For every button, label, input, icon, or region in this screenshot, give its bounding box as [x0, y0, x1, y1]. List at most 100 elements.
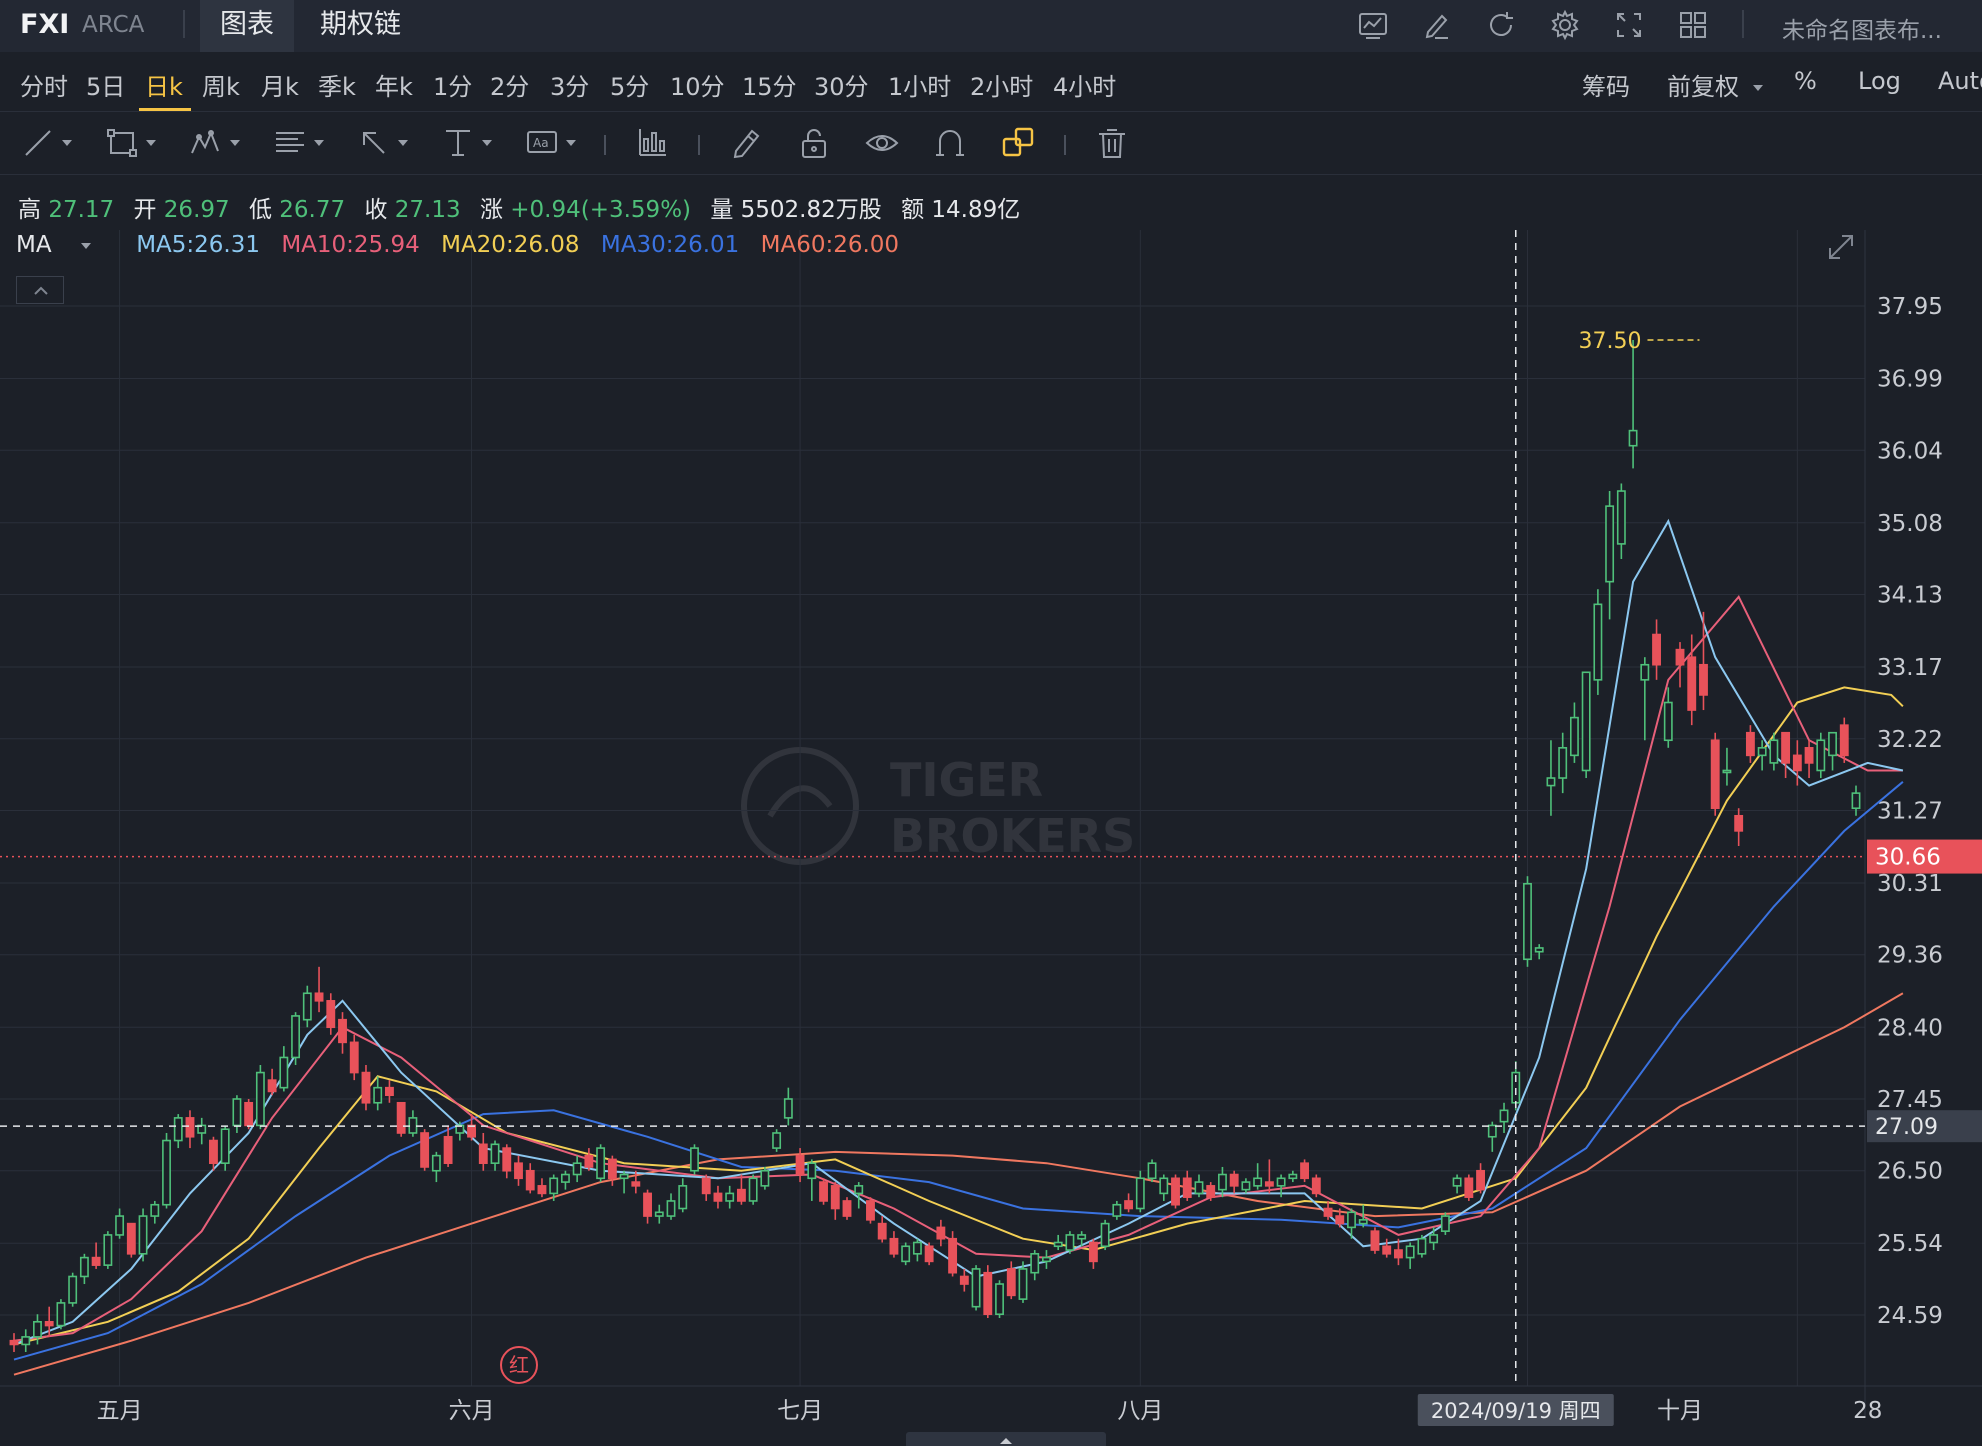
lock-tool[interactable] — [796, 125, 832, 161]
tab-chart[interactable]: 图表 — [200, 0, 294, 52]
ma-selector[interactable]: MA — [16, 232, 112, 258]
arrow-tool[interactable] — [356, 125, 408, 161]
period-1h[interactable]: 1小时 — [888, 67, 951, 102]
text-tool[interactable]: Aa — [524, 125, 576, 161]
period-15m[interactable]: 15分 — [742, 67, 797, 102]
candle-body — [1464, 1177, 1474, 1198]
candle-body — [1546, 777, 1556, 787]
indicator-chart-icon[interactable] — [1356, 8, 1390, 42]
delete-tool[interactable] — [1094, 125, 1130, 161]
exchange-label: ARCA — [82, 12, 145, 38]
candle-body — [467, 1124, 477, 1138]
brush-tool[interactable] — [728, 125, 764, 161]
candle-body — [1722, 769, 1732, 774]
ma5-line — [13, 518, 1904, 1346]
fullscreen-icon[interactable] — [1612, 8, 1646, 42]
ma10-value: MA10:25.94 — [281, 232, 420, 258]
shape-tool[interactable] — [104, 125, 156, 161]
magnet-tool[interactable] — [932, 125, 968, 161]
candle-body — [995, 1283, 1004, 1316]
tab-option-chain[interactable]: 期权链 — [300, 0, 421, 52]
chart-layout-name[interactable]: 未命名图表布... — [1782, 11, 1942, 45]
panel-resize-handle[interactable] — [906, 1432, 1106, 1446]
divider — [1064, 135, 1066, 155]
candle-body — [291, 1015, 301, 1059]
period-4h[interactable]: 4小时 — [1053, 67, 1116, 102]
pattern-tool[interactable] — [188, 125, 240, 161]
candle-body — [267, 1079, 277, 1093]
candle-body — [1065, 1234, 1075, 1251]
candle-body — [68, 1275, 78, 1304]
period-weekly[interactable]: 周k — [202, 67, 240, 102]
candle-body — [209, 1139, 218, 1164]
period-daily[interactable]: 日k — [145, 67, 183, 102]
period-5d[interactable]: 5日 — [86, 67, 125, 102]
settings-gear-icon[interactable] — [1548, 8, 1582, 42]
candle-body — [971, 1268, 981, 1308]
candle-body — [126, 1222, 136, 1255]
candle-body — [607, 1158, 617, 1180]
layout-grid-icon[interactable] — [1676, 8, 1710, 42]
divider — [1742, 10, 1744, 38]
collapse-arrows-icon[interactable] — [1829, 235, 1853, 259]
candle-body — [9, 1339, 19, 1346]
candle-body — [560, 1173, 570, 1183]
period-intraday[interactable]: 分时 — [20, 67, 68, 102]
x-tick-label: 六月 — [449, 1398, 495, 1424]
line-tool[interactable] — [20, 125, 72, 161]
log-toggle[interactable]: Log — [1858, 67, 1901, 95]
y-tick-label: 26.50 — [1877, 1159, 1943, 1185]
ticker-symbol[interactable]: FXI — [20, 9, 69, 40]
candle-body — [220, 1128, 230, 1164]
visibility-tool[interactable] — [864, 125, 900, 161]
y-tick-label: 30.31 — [1877, 871, 1943, 897]
candle-body — [725, 1192, 735, 1202]
candle-body — [408, 1117, 418, 1134]
period-10m[interactable]: 10分 — [670, 67, 725, 102]
period-quarterly[interactable]: 季k — [318, 67, 356, 102]
period-30m[interactable]: 30分 — [814, 67, 869, 102]
measure-tool[interactable] — [440, 125, 492, 161]
period-5m[interactable]: 5分 — [610, 67, 649, 102]
candle-body — [1241, 1181, 1251, 1191]
amount-label: 额 — [901, 197, 925, 223]
candle-body — [678, 1185, 688, 1210]
adjust-dropdown[interactable]: 前复权 — [1667, 67, 1763, 102]
candle-body — [1581, 671, 1591, 772]
candle-body — [1335, 1215, 1345, 1225]
candle-body — [1405, 1245, 1415, 1259]
link-squares-icon — [1002, 127, 1034, 157]
candle-body — [150, 1203, 160, 1217]
collapse-indicator-button[interactable] — [16, 276, 64, 304]
candle-body — [115, 1215, 125, 1236]
candle-body — [478, 1143, 488, 1164]
auto-toggle[interactable]: Auto — [1938, 67, 1982, 95]
period-2h[interactable]: 2小时 — [970, 67, 1033, 102]
period-2m[interactable]: 2分 — [490, 67, 529, 102]
fib-tool[interactable] — [272, 125, 324, 161]
period-3m[interactable]: 3分 — [550, 67, 589, 102]
chips-button[interactable]: 筹码 — [1582, 67, 1630, 102]
refresh-icon[interactable] — [1484, 8, 1518, 42]
candlestick-chart[interactable]: 37.95 36.99 36.04 35.08 34.13 33.17 32.22 31.27… — [0, 230, 1982, 1430]
candle-body — [1323, 1207, 1333, 1217]
candle-body — [1300, 1162, 1310, 1180]
candle-body — [1757, 747, 1767, 757]
period-monthly[interactable]: 月k — [261, 67, 299, 102]
y-tick-label: 34.13 — [1877, 583, 1943, 609]
x-tick-label: 28 — [1853, 1398, 1882, 1424]
low-value: 26.77 — [279, 197, 346, 223]
link-tool[interactable] — [1000, 125, 1036, 161]
period-1m[interactable]: 1分 — [433, 67, 472, 102]
bar-pattern-tool[interactable] — [634, 125, 670, 161]
top-bar: FXI ARCA 图表 期权链 未命名图表布... — [0, 0, 1982, 52]
period-yearly[interactable]: 年k — [375, 67, 413, 102]
percent-toggle[interactable]: % — [1794, 67, 1817, 95]
drawing-pen-icon[interactable] — [1420, 8, 1454, 42]
red-marker-icon[interactable]: 红 — [500, 1346, 538, 1384]
candle-body — [1440, 1215, 1450, 1232]
candle-body — [91, 1256, 101, 1266]
candle-body — [783, 1098, 793, 1119]
candle-body — [1828, 731, 1837, 757]
pencil-icon — [733, 129, 760, 159]
